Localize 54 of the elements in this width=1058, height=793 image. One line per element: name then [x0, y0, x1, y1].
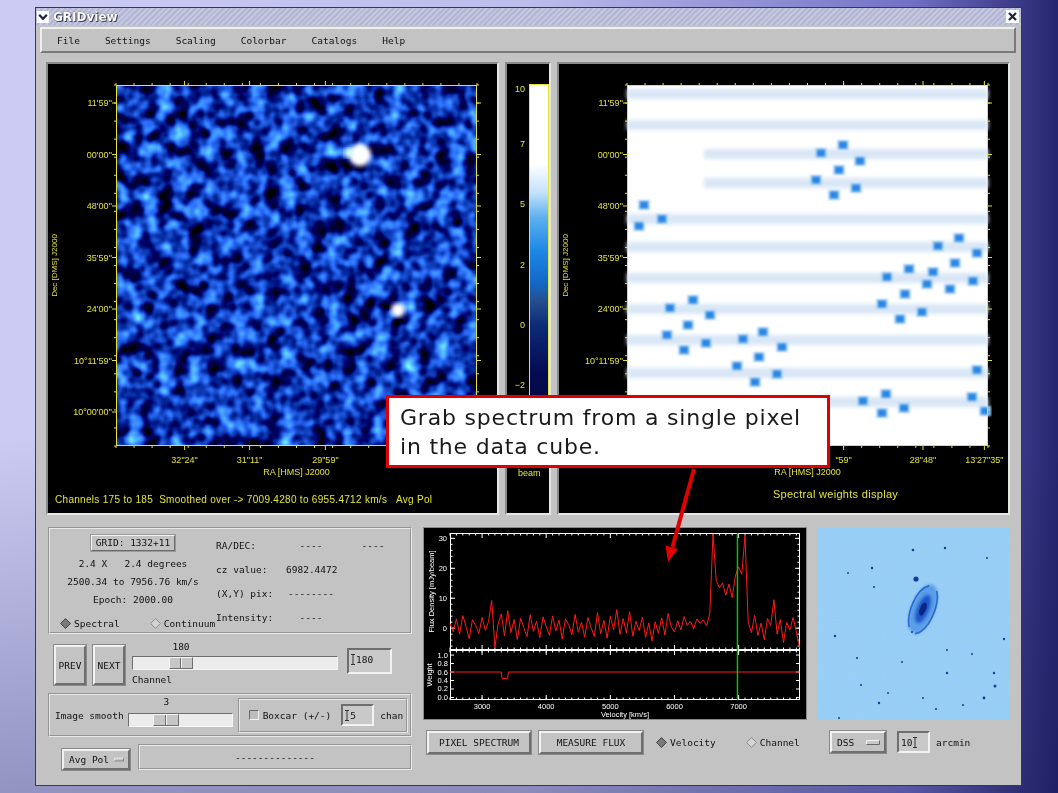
readout-label: Intensity:: [216, 611, 275, 623]
dec-tick-label: 24'00'': [597, 303, 623, 315]
unit-label: arcmin: [936, 736, 971, 748]
dec-tick-label: 11'59'': [598, 97, 623, 109]
unit-label: chan: [380, 709, 404, 721]
velocity-range-text: 2500.34 to 7956.76 km/s: [67, 575, 199, 589]
dec-tick-label: 48'00'': [597, 200, 623, 212]
dec-tick-label: 35'59'': [597, 251, 623, 264]
slider-value-label: 3: [163, 697, 170, 707]
map-caption: Channels 175 to 185 Smoothed over -> 7009.4280 to 6955.4712 km/s Avg Pol: [55, 494, 434, 506]
ra-tick-label: 29"59": [312, 454, 339, 466]
dec-tick-label: 24'00'': [86, 303, 112, 315]
readout-value: --------: [287, 587, 335, 599]
colorbar-tick-label: 7: [520, 138, 525, 151]
slider-caption: Channel: [132, 674, 173, 685]
status-display: --------------: [138, 744, 412, 770]
dec-tick-label: 10°00'00'': [73, 406, 112, 418]
dec-tick-label: 10°11'59'': [73, 354, 112, 367]
readout-value: 6982.4472: [286, 563, 338, 575]
ra-tick-label: 13'27"35": [965, 454, 1004, 466]
ra-tick-label: 28"48": [909, 454, 937, 466]
dec-tick-label: 11'59'': [87, 97, 112, 109]
readout-value: ----: [298, 611, 324, 623]
weights-caption: Spectral weights display: [772, 488, 899, 500]
field-size-text: 2.4 X 2.4 degrees: [78, 557, 188, 571]
dec-tick-label: 00'00'': [597, 148, 623, 161]
slider-value-label: 180: [172, 642, 190, 652]
ra-tick-label: "59": [835, 454, 852, 466]
colorbar-tick-label: 2: [520, 258, 525, 271]
readout-label: RA/DEC:: [216, 539, 258, 551]
ra-tick-label: 31"11": [236, 454, 263, 466]
colorbar-unit-label: beam: [518, 467, 541, 479]
ra-axis-title: RA [HMS] J2000: [263, 467, 330, 477]
readout-value: ----: [360, 539, 386, 551]
colorbar-tick-label: 5: [520, 198, 525, 211]
dec-axis-title: Dec [DMS] J2000: [49, 234, 59, 297]
dec-axis-title: Dec [DMS] J2000: [560, 234, 570, 297]
colorbar-tick-label: 0: [520, 318, 525, 331]
readout-label: cz value:: [216, 563, 269, 575]
smooth-label: Image smooth: [55, 709, 124, 721]
readout-label: (X,Y) pix:: [216, 587, 275, 599]
callout-tooltip: Grab spectrum from a single pixel in the data cube.: [386, 395, 830, 468]
grid-label: GRID: 1332+11: [90, 535, 176, 551]
ra-tick-label: 32"24": [171, 454, 198, 466]
dec-tick-label: 00'00'': [86, 148, 112, 161]
dec-tick-label: 48'00'': [86, 200, 112, 212]
epoch-text: Epoch: 2000.00: [92, 593, 174, 607]
readout-value: ----: [298, 539, 324, 551]
dec-tick-label: 35'59'': [86, 251, 112, 264]
window-title: GRIDview: [53, 9, 118, 24]
colorbar-tick-label: 10: [515, 83, 525, 95]
colorbar-tick-label: −2: [514, 378, 525, 391]
dec-tick-label: 10°11'59'': [584, 354, 623, 367]
ra-axis-title: RA [HMS] J2000: [774, 467, 841, 477]
